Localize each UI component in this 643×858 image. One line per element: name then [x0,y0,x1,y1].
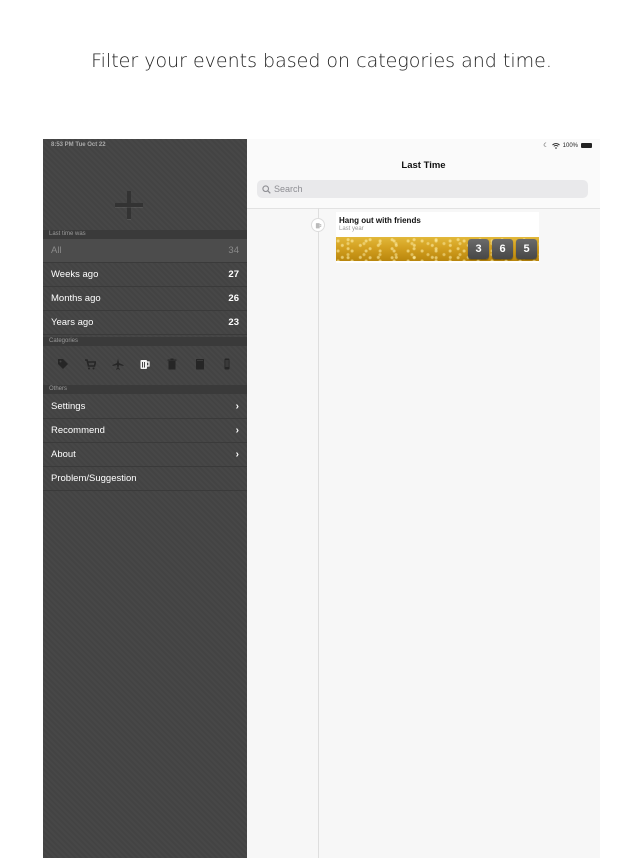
filter-count: 34 [228,245,239,256]
beer-mug-icon [315,222,321,228]
event-card[interactable]: Hang out with friends Last year 3 6 5 [336,212,539,263]
airplane-icon[interactable] [111,357,125,371]
menu-label: Settings [51,401,86,412]
timeline-line [318,208,319,858]
filter-label: Months ago [51,293,101,304]
filter-count: 23 [228,317,239,328]
add-event-button[interactable] [43,151,247,231]
menu-recommend[interactable]: Recommend › [43,419,247,443]
filter-months-ago[interactable]: Months ago 26 [43,287,247,311]
filter-count: 27 [228,269,239,280]
status-time: 8:53 PM Tue Oct 22 [51,142,106,148]
filter-label: Weeks ago [51,269,99,280]
status-indicators: ☾ 100% [543,142,592,149]
menu-settings[interactable]: Settings › [43,395,247,419]
main-panel: ☾ 100% Last Time Search Hang out with fr… [247,139,600,858]
search-placeholder: Search [274,184,303,194]
chevron-right-icon: › [235,425,239,436]
search-icon [262,184,271,194]
counter-digit: 6 [492,239,513,259]
event-subtitle: Last year [339,226,364,232]
counter-digit: 3 [468,239,489,259]
menu-label: Problem/Suggestion [51,473,137,484]
filter-label: All [51,245,62,256]
wifi-icon [551,142,560,149]
section-header-time: Last time was [43,230,247,239]
section-header-categories: Categories [43,337,247,346]
page-title: Last Time [401,160,446,171]
day-counter: 3 6 5 [468,239,537,259]
ipad-screen: 8:53 PM Tue Oct 22 Last time was All 34 … [43,139,600,858]
counter-digit: 5 [516,239,537,259]
event-title: Hang out with friends [339,216,421,225]
nav-header: ☾ 100% Last Time Search [247,139,600,209]
filter-all[interactable]: All 34 [43,239,247,263]
chevron-right-icon: › [235,449,239,460]
trash-icon[interactable] [165,357,179,371]
filter-weeks-ago[interactable]: Weeks ago 27 [43,263,247,287]
beer-mug-icon[interactable] [138,357,152,371]
search-input[interactable]: Search [257,180,588,198]
section-header-others: Others [43,385,247,394]
moon-icon: ☾ [543,143,549,149]
menu-label: About [51,449,76,460]
menu-problem-suggestion[interactable]: Problem/Suggestion [43,467,247,491]
chevron-right-icon: › [235,401,239,412]
phone-icon[interactable] [220,357,234,371]
timeline-node [311,218,325,232]
cart-icon[interactable] [83,357,97,371]
battery-percent: 100% [562,142,578,149]
filter-label: Years ago [51,317,94,328]
beer-banner: 3 6 5 [336,237,539,261]
menu-about[interactable]: About › [43,443,247,467]
sidebar: 8:53 PM Tue Oct 22 Last time was All 34 … [43,139,247,858]
plus-icon-bar [115,203,143,207]
book-icon[interactable] [193,357,207,371]
battery-icon [581,143,592,148]
menu-label: Recommend [51,425,105,436]
tag-icon[interactable] [56,357,70,371]
promo-caption: Filter your events based on categories a… [91,50,552,72]
category-bar [43,349,247,379]
filter-count: 26 [228,293,239,304]
filter-years-ago[interactable]: Years ago 23 [43,311,247,335]
